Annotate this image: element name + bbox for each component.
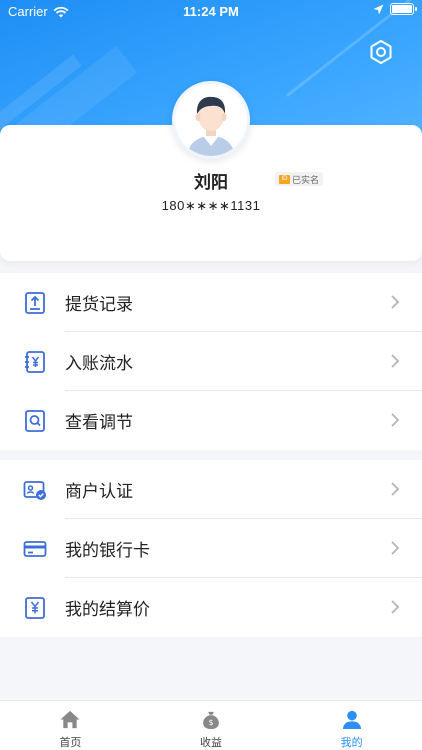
menu-item-label: 入账流水 [65,354,133,373]
menu-item-pickup-records[interactable]: 提货记录 [0,273,422,332]
svg-text:$: $ [209,718,214,727]
menu-item-label: 提货记录 [65,295,133,314]
chevron-right-icon [391,482,400,496]
verified-badge: ID 已实名 [275,172,324,186]
menu-item-label: 查看调节 [65,413,133,432]
verified-label: 已实名 [292,174,320,185]
id-card-icon: ID [279,174,290,184]
receipt-upload-icon [25,292,45,314]
user-phone: 180∗∗∗∗1131 [161,198,261,213]
chevron-right-icon [391,413,400,427]
location-arrow-icon [373,4,384,14]
tab-label: 收益 [200,737,222,749]
yuan-ledger-icon [25,351,45,373]
status-right [373,3,417,15]
settings-hexagon-icon [370,40,392,64]
chevron-right-icon [391,600,400,614]
tab-label: 首页 [59,737,82,749]
menu-item-view-adjustment[interactable]: 查看调节 [0,391,422,450]
tab-mine[interactable]: 我的 [281,701,422,750]
user-name: 刘阳 [194,173,228,192]
tab-home[interactable]: 首页 [0,701,141,750]
menu-group-merchant: 商户认证 我的银行卡 我的结算价 [0,460,422,637]
chevron-right-icon [391,295,400,309]
home-icon [60,710,80,729]
bank-card-icon [23,541,47,557]
menu-item-account-flow[interactable]: 入账流水 [0,332,422,391]
menu-item-label: 我的结算价 [65,600,150,619]
battery-icon [390,3,417,15]
merchant-cert-icon [23,481,46,500]
magnify-doc-icon [25,410,45,432]
user-avatar-icon [175,84,247,156]
menu-item-bank-card[interactable]: 我的银行卡 [0,519,422,578]
menu-item-settlement-price[interactable]: 我的结算价 [0,578,422,637]
tab-earnings[interactable]: $ 收益 [141,701,282,750]
menu-item-label: 商户认证 [65,482,133,501]
status-bar: Carrier 11:24 PM [0,0,422,22]
money-bag-icon: $ [203,711,219,730]
person-icon [342,710,361,730]
menu-item-merchant-certification[interactable]: 商户认证 [0,460,422,519]
avatar[interactable] [172,81,250,159]
menu-group-orders: 提货记录 入账流水 查看调节 [0,273,422,450]
tab-bar: 首页 $ 收益 我的 [0,700,422,750]
chevron-right-icon [391,354,400,368]
status-time: 11:24 PM [183,4,239,19]
menu-item-label: 我的银行卡 [65,541,150,560]
yuan-doc-icon [25,597,45,619]
settings-button[interactable] [367,38,395,66]
chevron-right-icon [391,541,400,555]
tab-label: 我的 [340,737,363,749]
